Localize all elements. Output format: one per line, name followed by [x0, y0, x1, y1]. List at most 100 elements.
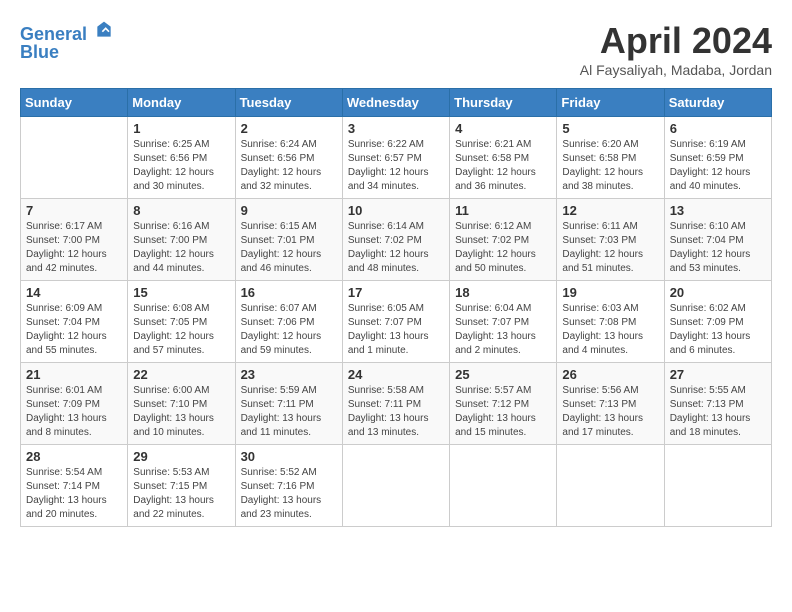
- calendar-cell: 13Sunrise: 6:10 AM Sunset: 7:04 PM Dayli…: [664, 199, 771, 281]
- day-info: Sunrise: 5:54 AM Sunset: 7:14 PM Dayligh…: [26, 466, 122, 522]
- day-number: 27: [670, 367, 766, 382]
- weekday-header-saturday: Saturday: [664, 89, 771, 117]
- day-number: 19: [562, 285, 658, 300]
- weekday-header-friday: Friday: [557, 89, 664, 117]
- day-number: 7: [26, 203, 122, 218]
- calendar-cell: [21, 117, 128, 199]
- day-info: Sunrise: 6:00 AM Sunset: 7:10 PM Dayligh…: [133, 384, 229, 440]
- calendar-week-row: 1Sunrise: 6:25 AM Sunset: 6:56 PM Daylig…: [21, 117, 772, 199]
- calendar-cell: 23Sunrise: 5:59 AM Sunset: 7:11 PM Dayli…: [235, 363, 342, 445]
- day-number: 29: [133, 449, 229, 464]
- day-number: 12: [562, 203, 658, 218]
- day-info: Sunrise: 6:02 AM Sunset: 7:09 PM Dayligh…: [670, 302, 766, 358]
- day-number: 3: [348, 121, 444, 136]
- calendar-cell: 7 Sunrise: 6:17 AM Sunset: 7:00 PM Daylig…: [21, 199, 128, 281]
- day-info: Sunrise: 6:16 AM Sunset: 7:00 PM Dayligh…: [133, 220, 229, 276]
- calendar-cell: 14 Sunrise: 6:09 AM Sunset: 7:04 PM Dayli…: [21, 281, 128, 363]
- calendar-cell: 16 Sunrise: 6:07 AM Sunset: 7:06 PM Dayli…: [235, 281, 342, 363]
- calendar-week-row: 28 Sunrise: 5:54 AM Sunset: 7:14 PM Dayli…: [21, 445, 772, 527]
- calendar-cell: 30 Sunrise: 5:52 AM Sunset: 7:16 PM Dayli…: [235, 445, 342, 527]
- calendar-cell: [664, 445, 771, 527]
- calendar-cell: 17Sunrise: 6:05 AM Sunset: 7:07 PM Dayli…: [342, 281, 449, 363]
- day-number: 26: [562, 367, 658, 382]
- day-number: 13: [670, 203, 766, 218]
- calendar-cell: 27 Sunrise: 5:55 AM Sunset: 7:13 PM Dayli…: [664, 363, 771, 445]
- day-info: Sunrise: 6:07 AM Sunset: 7:06 PM Dayligh…: [241, 302, 337, 358]
- calendar-cell: 28 Sunrise: 5:54 AM Sunset: 7:14 PM Dayli…: [21, 445, 128, 527]
- calendar-cell: 24Sunrise: 5:58 AM Sunset: 7:11 PM Dayli…: [342, 363, 449, 445]
- day-number: 18: [455, 285, 551, 300]
- calendar-cell: 5Sunrise: 6:20 AM Sunset: 6:58 PM Daylig…: [557, 117, 664, 199]
- weekday-header-thursday: Thursday: [450, 89, 557, 117]
- calendar-cell: 1Sunrise: 6:25 AM Sunset: 6:56 PM Daylig…: [128, 117, 235, 199]
- calendar-cell: 18 Sunrise: 6:04 AM Sunset: 7:07 PM Dayli…: [450, 281, 557, 363]
- day-info: Sunrise: 6:24 AM Sunset: 6:56 PM Dayligh…: [241, 138, 337, 194]
- calendar-week-row: 21 Sunrise: 6:01 AM Sunset: 7:09 PM Dayli…: [21, 363, 772, 445]
- calendar-cell: 2Sunrise: 6:24 AM Sunset: 6:56 PM Daylig…: [235, 117, 342, 199]
- day-number: 15: [133, 285, 229, 300]
- weekday-header-wednesday: Wednesday: [342, 89, 449, 117]
- day-info: Sunrise: 6:25 AM Sunset: 6:56 PM Dayligh…: [133, 138, 229, 194]
- day-info: Sunrise: 6:17 AM Sunset: 7:00 PM Dayligh…: [26, 220, 122, 276]
- day-number: 4: [455, 121, 551, 136]
- calendar-week-row: 7 Sunrise: 6:17 AM Sunset: 7:00 PM Daylig…: [21, 199, 772, 281]
- calendar-cell: [450, 445, 557, 527]
- page-header: General Blue April 2024 Al Faysaliyah, M…: [20, 20, 772, 78]
- calendar-cell: 20Sunrise: 6:02 AM Sunset: 7:09 PM Dayli…: [664, 281, 771, 363]
- logo: General Blue: [20, 20, 114, 63]
- day-info: Sunrise: 6:15 AM Sunset: 7:01 PM Dayligh…: [241, 220, 337, 276]
- day-info: Sunrise: 5:56 AM Sunset: 7:13 PM Dayligh…: [562, 384, 658, 440]
- day-info: Sunrise: 5:52 AM Sunset: 7:16 PM Dayligh…: [241, 466, 337, 522]
- calendar-cell: 19 Sunrise: 6:03 AM Sunset: 7:08 PM Dayli…: [557, 281, 664, 363]
- day-info: Sunrise: 5:53 AM Sunset: 7:15 PM Dayligh…: [133, 466, 229, 522]
- day-number: 11: [455, 203, 551, 218]
- day-info: Sunrise: 6:20 AM Sunset: 6:58 PM Dayligh…: [562, 138, 658, 194]
- day-info: Sunrise: 6:09 AM Sunset: 7:04 PM Dayligh…: [26, 302, 122, 358]
- weekday-header-sunday: Sunday: [21, 89, 128, 117]
- day-info: Sunrise: 6:21 AM Sunset: 6:58 PM Dayligh…: [455, 138, 551, 194]
- calendar-cell: 22 Sunrise: 6:00 AM Sunset: 7:10 PM Dayli…: [128, 363, 235, 445]
- day-number: 30: [241, 449, 337, 464]
- day-info: Sunrise: 6:12 AM Sunset: 7:02 PM Dayligh…: [455, 220, 551, 276]
- calendar-cell: 25 Sunrise: 5:57 AM Sunset: 7:12 PM Dayli…: [450, 363, 557, 445]
- title-block: April 2024 Al Faysaliyah, Madaba, Jordan: [580, 20, 772, 78]
- weekday-header-tuesday: Tuesday: [235, 89, 342, 117]
- day-info: Sunrise: 6:01 AM Sunset: 7:09 PM Dayligh…: [26, 384, 122, 440]
- day-number: 25: [455, 367, 551, 382]
- calendar-cell: 3 Sunrise: 6:22 AM Sunset: 6:57 PM Daylig…: [342, 117, 449, 199]
- calendar-cell: 8 Sunrise: 6:16 AM Sunset: 7:00 PM Daylig…: [128, 199, 235, 281]
- day-info: Sunrise: 6:11 AM Sunset: 7:03 PM Dayligh…: [562, 220, 658, 276]
- calendar-week-row: 14 Sunrise: 6:09 AM Sunset: 7:04 PM Dayli…: [21, 281, 772, 363]
- calendar-cell: 12 Sunrise: 6:11 AM Sunset: 7:03 PM Dayli…: [557, 199, 664, 281]
- day-number: 28: [26, 449, 122, 464]
- day-number: 6: [670, 121, 766, 136]
- day-info: Sunrise: 6:19 AM Sunset: 6:59 PM Dayligh…: [670, 138, 766, 194]
- day-info: Sunrise: 6:22 AM Sunset: 6:57 PM Dayligh…: [348, 138, 444, 194]
- day-info: Sunrise: 6:03 AM Sunset: 7:08 PM Dayligh…: [562, 302, 658, 358]
- day-number: 16: [241, 285, 337, 300]
- day-number: 23: [241, 367, 337, 382]
- day-info: Sunrise: 5:55 AM Sunset: 7:13 PM Dayligh…: [670, 384, 766, 440]
- calendar-cell: [557, 445, 664, 527]
- day-number: 21: [26, 367, 122, 382]
- calendar-cell: 11 Sunrise: 6:12 AM Sunset: 7:02 PM Dayli…: [450, 199, 557, 281]
- day-info: Sunrise: 6:05 AM Sunset: 7:07 PM Dayligh…: [348, 302, 444, 358]
- day-number: 22: [133, 367, 229, 382]
- day-info: Sunrise: 6:04 AM Sunset: 7:07 PM Dayligh…: [455, 302, 551, 358]
- day-info: Sunrise: 6:14 AM Sunset: 7:02 PM Dayligh…: [348, 220, 444, 276]
- calendar-cell: 21 Sunrise: 6:01 AM Sunset: 7:09 PM Dayli…: [21, 363, 128, 445]
- day-number: 24: [348, 367, 444, 382]
- day-number: 9: [241, 203, 337, 218]
- location: Al Faysaliyah, Madaba, Jordan: [580, 62, 772, 78]
- calendar-cell: 26 Sunrise: 5:56 AM Sunset: 7:13 PM Dayli…: [557, 363, 664, 445]
- calendar-cell: 10 Sunrise: 6:14 AM Sunset: 7:02 PM Dayli…: [342, 199, 449, 281]
- day-info: Sunrise: 5:57 AM Sunset: 7:12 PM Dayligh…: [455, 384, 551, 440]
- day-number: 10: [348, 203, 444, 218]
- calendar-cell: 15 Sunrise: 6:08 AM Sunset: 7:05 PM Dayli…: [128, 281, 235, 363]
- calendar-cell: 29 Sunrise: 5:53 AM Sunset: 7:15 PM Dayli…: [128, 445, 235, 527]
- calendar-cell: [342, 445, 449, 527]
- calendar-table: SundayMondayTuesdayWednesdayThursdayFrid…: [20, 88, 772, 527]
- day-number: 14: [26, 285, 122, 300]
- day-info: Sunrise: 6:08 AM Sunset: 7:05 PM Dayligh…: [133, 302, 229, 358]
- day-number: 8: [133, 203, 229, 218]
